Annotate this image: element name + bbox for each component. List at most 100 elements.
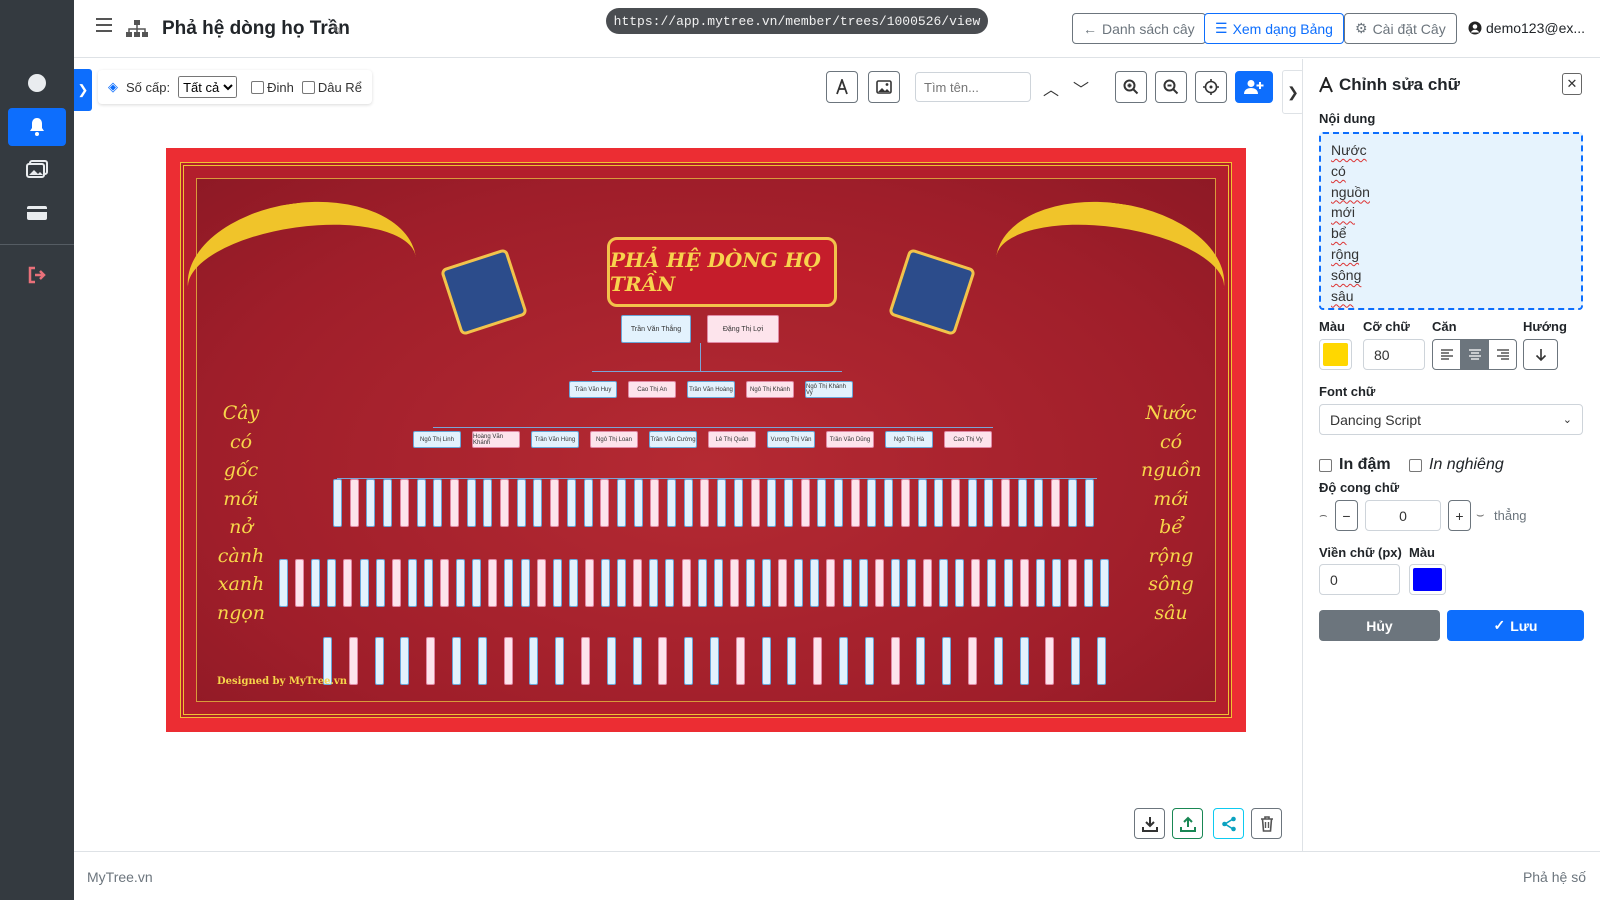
tree-node-gen3[interactable]: Ngô Thị Linh	[413, 431, 461, 448]
tree-node-vertical[interactable]	[311, 559, 321, 607]
tree-node-vertical[interactable]	[850, 479, 860, 527]
tree-node-vertical[interactable]	[826, 559, 836, 607]
tree-node-vertical[interactable]	[817, 479, 827, 527]
tree-node-vertical[interactable]	[750, 479, 760, 527]
tree-node-vertical[interactable]	[327, 559, 337, 607]
tree-node-vertical[interactable]	[568, 559, 578, 607]
tree-node-vertical[interactable]	[794, 559, 804, 607]
tree-node-vertical[interactable]	[606, 637, 616, 685]
tree-node-vertical[interactable]	[1100, 559, 1110, 607]
left-panel-toggle[interactable]: ❯	[74, 69, 92, 111]
tree-node-vertical[interactable]	[550, 479, 560, 527]
tree-node-vertical[interactable]	[449, 479, 459, 527]
tree-node-vertical[interactable]	[900, 479, 910, 527]
tree-node-vertical[interactable]	[456, 559, 466, 607]
tree-node-vertical[interactable]	[867, 479, 877, 527]
tree-node-vertical[interactable]	[504, 559, 514, 607]
tree-node-vertical[interactable]	[348, 637, 358, 685]
tree-node-vertical[interactable]	[1051, 479, 1061, 527]
tree-node-gen3[interactable]: Hoàng Văn Khánh	[472, 431, 520, 448]
tree-node-vertical[interactable]	[349, 479, 359, 527]
curve-decrease-button[interactable]: −	[1335, 500, 1358, 531]
tree-node-vertical[interactable]	[787, 637, 797, 685]
tree-node-vertical[interactable]	[500, 479, 509, 527]
tree-node-vertical[interactable]	[375, 559, 385, 607]
add-text-button[interactable]	[826, 71, 858, 103]
family-tree-poster[interactable]: PHẢ HỆ DÒNG HỌ TRẦN Cây có gốc mới nở cà…	[166, 148, 1246, 732]
tree-node-vertical[interactable]	[472, 559, 482, 607]
tree-node-vertical[interactable]	[529, 637, 539, 685]
tree-node-vertical[interactable]	[667, 479, 676, 527]
content-textarea[interactable]: Nước có nguồn mới bể rộng sông sâu	[1319, 132, 1583, 310]
tree-node-gen3[interactable]: Lê Thị Quân	[708, 431, 756, 448]
tree-node-gen3[interactable]: Vương Thị Vân	[767, 431, 815, 448]
tree-node-vertical[interactable]	[767, 479, 777, 527]
upload-button[interactable]	[1172, 808, 1203, 839]
tree-node-vertical[interactable]	[697, 559, 707, 607]
tree-node-vertical[interactable]	[717, 479, 727, 527]
align-left-button[interactable]	[1432, 339, 1461, 370]
left-poem[interactable]: Cây có gốc mới nở cành xanh ngọn	[211, 399, 271, 627]
tree-node-vertical[interactable]	[906, 559, 916, 607]
tree-node-vertical[interactable]	[800, 479, 810, 527]
bold-option[interactable]: In đậm	[1319, 456, 1391, 474]
tree-node-vertical[interactable]	[423, 559, 433, 607]
tree-node-vertical[interactable]	[762, 559, 771, 607]
tree-node-vertical[interactable]	[839, 637, 848, 685]
tree-node-vertical[interactable]	[864, 637, 874, 685]
tree-node-vertical[interactable]	[279, 559, 288, 607]
tree-node-vertical[interactable]	[874, 559, 884, 607]
tree-node-vertical[interactable]	[681, 559, 691, 607]
tree-node-vertical[interactable]	[333, 479, 342, 527]
tree-node-vertical[interactable]	[971, 559, 981, 607]
tree-node-vertical[interactable]	[426, 637, 436, 685]
tree-node-vertical[interactable]	[555, 637, 565, 685]
tree-node-vertical[interactable]	[359, 559, 369, 607]
save-button[interactable]: ✓ Lưu	[1447, 610, 1584, 641]
user-menu[interactable]: demo123@ex...	[1468, 20, 1585, 36]
tree-node-vertical[interactable]	[813, 637, 823, 685]
pin-checkbox[interactable]	[251, 80, 265, 94]
tree-node-vertical[interactable]	[917, 479, 927, 527]
tree-node-vertical[interactable]	[735, 637, 745, 685]
tree-node-vertical[interactable]	[884, 479, 894, 527]
tree-node-vertical[interactable]	[713, 559, 723, 607]
levels-select[interactable]: Tất cả	[178, 76, 238, 98]
tree-node-gen3[interactable]: Trần Văn Hùng	[531, 431, 579, 448]
tree-node-vertical[interactable]	[745, 559, 755, 607]
tree-node-gen3[interactable]: Trần Văn Cường	[649, 431, 697, 448]
tree-node-vertical[interactable]	[633, 479, 643, 527]
tree-node-vertical[interactable]	[466, 479, 476, 527]
tree-node-vertical[interactable]	[650, 479, 660, 527]
tree-node-vertical[interactable]	[488, 559, 498, 607]
tree-node-vertical[interactable]	[584, 559, 594, 607]
align-right-button[interactable]	[1488, 339, 1517, 370]
center-view-button[interactable]	[1195, 71, 1227, 103]
tree-node-vertical[interactable]	[391, 559, 401, 607]
tree-node-vertical[interactable]	[683, 479, 693, 527]
tree-node-vertical[interactable]	[1084, 559, 1093, 607]
daughter-in-law-checkbox[interactable]	[301, 80, 315, 94]
name-search-input[interactable]	[915, 72, 1031, 102]
tree-node-vertical[interactable]	[440, 559, 449, 607]
tree-node-vertical[interactable]	[1019, 637, 1029, 685]
tree-node-vertical[interactable]	[729, 559, 739, 607]
tree-node-vertical[interactable]	[842, 559, 852, 607]
tree-node-vertical[interactable]	[890, 637, 900, 685]
tree-node-vertical[interactable]	[993, 637, 1003, 685]
tree-node-vertical[interactable]	[600, 479, 610, 527]
share-button[interactable]	[1213, 808, 1244, 839]
add-image-button[interactable]	[868, 71, 900, 103]
font-select[interactable]: Dancing Script ⌄	[1319, 404, 1583, 435]
tree-node-vertical[interactable]	[834, 479, 843, 527]
tree-node-gen3[interactable]: Trần Văn Dũng	[826, 431, 874, 448]
italic-option[interactable]: In nghiêng	[1409, 456, 1504, 474]
tree-node-gen2[interactable]: Cao Thị An	[628, 381, 676, 398]
stroke-width-input[interactable]: 0	[1319, 564, 1400, 595]
tree-node-vertical[interactable]	[601, 559, 610, 607]
tree-node-vertical[interactable]	[810, 559, 820, 607]
chevron-up-icon[interactable]: ︿	[1043, 76, 1059, 100]
tree-node-vertical[interactable]	[1071, 637, 1081, 685]
tree-node-vertical[interactable]	[710, 637, 719, 685]
tree-node-vertical[interactable]	[939, 559, 949, 607]
